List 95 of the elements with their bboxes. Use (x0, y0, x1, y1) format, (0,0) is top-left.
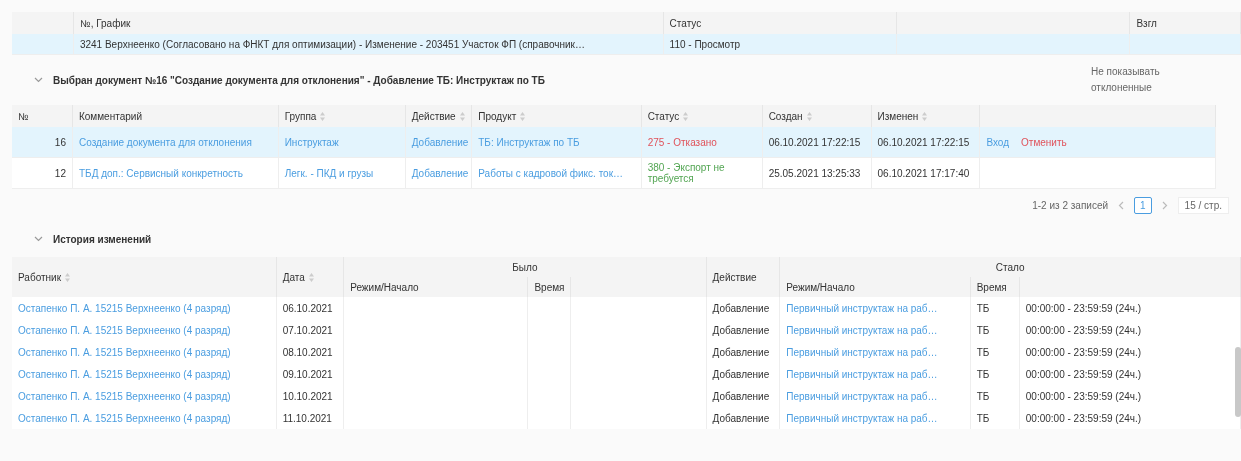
column-header[interactable]: Продукт (471, 105, 642, 127)
table-cell: 00:00:00 - 23:59:59 (24ч.) (1025, 324, 1142, 336)
table-cell: 00:00:00 - 23:59:59 (24ч.) (1025, 346, 1142, 358)
column-header: Время (976, 281, 1007, 293)
sort-icon[interactable] (806, 112, 812, 122)
table-link[interactable]: Первичный инструктаж на раб… (786, 412, 938, 424)
table-cell: Добавление (712, 324, 770, 336)
column-header[interactable]: Создан (762, 105, 872, 127)
chevron-icon[interactable] (34, 77, 43, 83)
column-header[interactable]: Изменен (871, 105, 980, 127)
table-cell: 09.10.2021 (282, 368, 333, 380)
pagination-summary: 1-2 из 2 записей (1032, 199, 1109, 211)
table-cell: Добавление (712, 302, 770, 314)
table-cell: 00:00:00 - 23:59:59 (24ч.) (1025, 302, 1142, 314)
table-link[interactable]: Работы с кадровой фикс. ток… (478, 167, 624, 179)
table-cell: 16 (54, 136, 66, 148)
sort-icon[interactable] (320, 112, 326, 122)
table-cell: ТБ (976, 412, 990, 424)
column-header: Взгл (1136, 17, 1157, 29)
table-cell: ТБ (976, 302, 990, 314)
status-text: 380 - Экспорт не требуется (647, 162, 725, 184)
column-group-header: Стало (995, 261, 1025, 273)
column-header: Режим/Начало (786, 281, 855, 293)
table-cell: 06.10.2021 17:22:15 (768, 136, 861, 148)
sort-icon[interactable] (520, 112, 526, 122)
table-cell: Добавление (712, 368, 770, 380)
table-link[interactable]: Первичный инструктаж на раб… (786, 390, 938, 402)
table-cell: Добавление (712, 412, 770, 424)
table-cell: 08.10.2021 (282, 346, 333, 358)
table-cell: 25.05.2021 13:25:33 (768, 167, 861, 179)
filter-toggle-label[interactable]: Не показывать отклоненные (1091, 64, 1181, 96)
column-header: Статус (669, 17, 702, 29)
table-cell: 12 (54, 167, 66, 179)
table-cell: 3241 Верхнеенко (Согласовано на ФНКТ для оптимизации) - Изменение - 203451 Участок ФП (справочник… (79, 38, 585, 50)
previous-page-icon[interactable] (1118, 200, 1125, 210)
sort-icon[interactable] (683, 112, 689, 122)
column-group-header: Было (512, 261, 538, 273)
chevron-icon[interactable] (34, 236, 43, 242)
table-link[interactable]: Первичный инструктаж на раб… (786, 324, 938, 336)
employee-link[interactable]: Остапенко П. А. 15215 Верхнеенко (4 разряд) (18, 302, 231, 314)
section-title: Выбран документ №16 "Создание документа для отклонения" - Добавление ТБ: Инструктаж по ТБ (53, 74, 545, 86)
table-cell: 11.10.2021 (282, 412, 332, 424)
table-cell: 06.10.2021 17:17:40 (877, 167, 970, 179)
schedule-row[interactable]: 3241 Верхнеенко (Согласовано на ФНКТ для оптимизации) - Изменение - 203451 Участок ФП (справочник… 110 - Просмотр (12, 34, 1241, 55)
table-cell: ТБ (976, 390, 990, 402)
table-cell: 00:00:00 - 23:59:59 (24ч.) (1025, 412, 1142, 424)
table-cell: 110 - Просмотр (669, 38, 741, 50)
table-cell: Добавление (712, 390, 770, 402)
table-cell: 10.10.2021 (282, 390, 333, 402)
scrollbar[interactable] (1235, 347, 1241, 417)
table-cell: ТБ (976, 324, 990, 336)
column-header[interactable]: Статус (641, 105, 763, 127)
employee-link[interactable]: Остапенко П. А. 15215 Верхнеенко (4 разряд) (18, 412, 231, 424)
table-link[interactable]: Первичный инструктаж на раб… (786, 302, 938, 314)
table-cell: 00:00:00 - 23:59:59 (24ч.) (1025, 390, 1142, 402)
next-page-icon[interactable] (1161, 200, 1168, 210)
table-cell: Добавление (712, 346, 770, 358)
sort-icon[interactable] (922, 112, 928, 122)
table-link[interactable]: Добавление (411, 167, 469, 179)
column-header: Комментарий (72, 105, 279, 127)
table-link[interactable]: ТБД доп.: Сервисный конкретность (79, 167, 243, 179)
table-cell: 00:00:00 - 23:59:59 (24ч.) (1025, 368, 1142, 380)
document-row[interactable]: 16 Создание документа для отклонения Инструктаж Добавление ТБ: Инструктаж по ТБ 275 - Отказано 06.10.2021 17:22:15 06.10.2021 17:22:15 Вход Отменить (12, 127, 1216, 158)
sort-icon[interactable] (308, 273, 314, 283)
document-row[interactable]: 12 ТБД доп.: Сервисный конкретность Легк. - ПКД и грузы Добавление Работы с кадровой фикс. ток… 380 - Экспорт не требуется 25.05.2021 13:25:33 06.10.2021 17:17:40 (12, 157, 1216, 189)
sort-icon[interactable] (65, 273, 71, 283)
column-header: Дата (282, 271, 305, 283)
cancel-link[interactable]: Отменить (1021, 136, 1067, 148)
table-link[interactable]: Первичный инструктаж на раб… (786, 346, 938, 358)
open-link[interactable]: Вход (986, 136, 1010, 148)
column-header: №, График (79, 17, 131, 29)
column-header[interactable]: Действие (405, 105, 472, 127)
column-header: Работник (18, 271, 62, 283)
page-button[interactable]: 1 (1134, 196, 1152, 214)
table-link[interactable]: Легк. - ПКД и грузы (284, 167, 374, 179)
employee-link[interactable]: Остапенко П. А. 15215 Верхнеенко (4 разряд) (18, 324, 231, 336)
column-header: Время (534, 281, 565, 293)
column-header: Действие (712, 271, 757, 283)
sort-icon[interactable] (459, 112, 465, 122)
column-header[interactable]: Группа (278, 105, 406, 127)
table-link[interactable]: Первичный инструктаж на раб… (786, 368, 938, 380)
employee-link[interactable]: Остапенко П. А. 15215 Верхнеенко (4 разряд) (18, 368, 231, 380)
column-header: Режим/Начало (350, 281, 419, 293)
table-link[interactable]: Инструктаж (284, 136, 339, 148)
page-size-selector[interactable]: 15 / стр. (1177, 196, 1229, 214)
table-cell: 07.10.2021 (282, 324, 333, 336)
table-cell: 06.10.2021 17:22:15 (877, 136, 970, 148)
section-title: История изменений (53, 233, 152, 245)
status-text: 275 - Отказано (647, 136, 717, 148)
table-cell: 06.10.2021 (282, 302, 333, 314)
table-cell: ТБ (976, 346, 990, 358)
employee-link[interactable]: Остапенко П. А. 15215 Верхнеенко (4 разряд) (18, 390, 231, 402)
table-cell: ТБ (976, 368, 990, 380)
employee-link[interactable]: Остапенко П. А. 15215 Верхнеенко (4 разряд) (18, 346, 231, 358)
column-header: № (12, 105, 73, 127)
